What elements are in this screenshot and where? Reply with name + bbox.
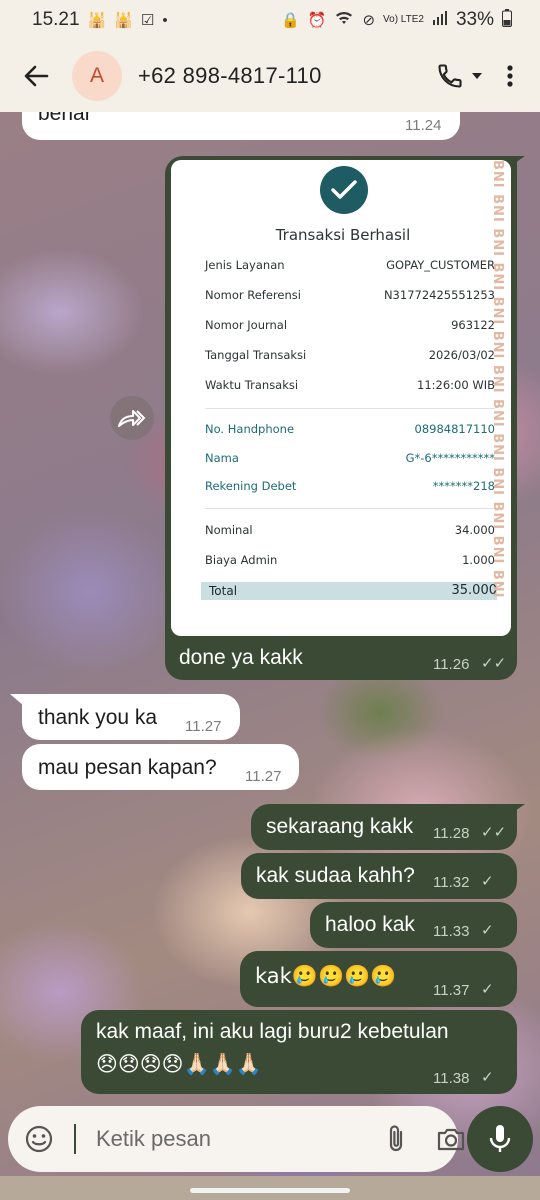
receipt-key: Waktu Transaksi — [205, 378, 299, 392]
emoji-button[interactable] — [24, 1121, 54, 1157]
more-options-button[interactable] — [498, 58, 522, 94]
receipt-title: Transaksi Berhasil — [275, 226, 411, 244]
paperclip-icon — [389, 1125, 403, 1152]
message-bubble-incoming[interactable]: thank you ka 11.27 — [22, 694, 240, 740]
read-double-check-icon: ✓✓ — [481, 824, 507, 841]
message-text: thank you ka — [38, 706, 158, 729]
receipt-value: GOPAY_CUSTOMER — [386, 258, 495, 272]
message-text: mau pesan kapan? — [38, 756, 217, 779]
chat-header-visible: A +62 898-4817-110 — [0, 40, 540, 112]
avatar[interactable]: A — [72, 51, 122, 101]
read-double-check-icon: ✓✓ — [481, 655, 507, 672]
emoji-icon — [25, 1125, 53, 1153]
message-bubble-incoming[interactable]: mau pesan kapan? 11.27 — [22, 744, 299, 790]
message-bubble-outgoing[interactable]: sekaraang kakk 11.28 ✓✓ — [251, 804, 517, 850]
header-overlay: A +62 898-4817-110 — [0, 40, 540, 112]
receipt-total-key: Total — [209, 584, 238, 598]
receipt-divider — [205, 408, 495, 409]
phone-icon — [438, 64, 462, 88]
call-button[interactable] — [436, 58, 484, 94]
status-bar: 15.21 🕌 🕌 ☑ • 🔒 ⏰ ⊘ Vo) LTE2 33% — [0, 0, 540, 40]
success-check-icon — [320, 166, 368, 214]
message-text-line-1: kak maaf, ini aku lagi buru2 kebetulan — [96, 1020, 449, 1043]
message-time: 11.32 — [433, 874, 470, 891]
sent-check-icon: ✓ — [481, 1069, 494, 1086]
dot-icon: • — [162, 11, 168, 29]
receipt-total-row: Total 35.000 — [201, 582, 497, 600]
battery-icon — [502, 9, 512, 31]
message-time: 11.33 — [433, 923, 470, 940]
receipt-divider — [205, 508, 495, 509]
message-text-line-2: 😞😞😞😞🙏🏻🙏🏻🙏🏻 — [96, 1052, 263, 1076]
camera-button[interactable] — [436, 1121, 466, 1157]
receipt-key: Jenis Layanan — [205, 258, 285, 272]
microphone-icon — [489, 1125, 511, 1152]
network-label: Vo) LTE2 — [383, 14, 424, 25]
message-text: sekaraang kakk — [266, 815, 414, 838]
bubble-tail — [505, 804, 525, 818]
status-time: 15.21 — [32, 9, 80, 30]
do-not-disturb-icon: ⊘ — [362, 12, 376, 29]
system-nav-bar — [0, 1176, 540, 1200]
message-text: kak sudaa kahh? — [256, 864, 415, 887]
message-text: haloo kak — [325, 913, 415, 936]
receipt-key: No. Handphone — [205, 422, 295, 436]
message-input[interactable] — [74, 1124, 384, 1154]
mosque-icon: 🕌 — [87, 12, 107, 29]
message-time: 11.26 — [433, 656, 470, 673]
receipt-key: Nomor Referensi — [205, 288, 301, 302]
receipt-value: 2026/03/02 — [428, 348, 495, 362]
sent-check-icon: ✓ — [481, 873, 494, 890]
attach-button[interactable] — [384, 1121, 408, 1157]
voice-message-button[interactable] — [467, 1106, 533, 1172]
sent-check-icon: ✓ — [481, 981, 494, 998]
receipt-value: 08984817110 — [414, 422, 495, 436]
message-time: 11.28 — [433, 825, 470, 842]
signal-icon — [432, 10, 448, 30]
bni-watermark: BNI BNI BNI BNI BNI BNI BNI BNI BNI BNI … — [490, 160, 505, 599]
message-composer — [8, 1106, 465, 1172]
wifi-icon — [334, 10, 354, 30]
receipt-value: *******218 — [432, 479, 495, 493]
receipt-value: G*-6*********** — [405, 451, 495, 465]
message-time: 11.37 — [433, 982, 470, 999]
receipt-key: Nominal — [205, 523, 253, 537]
receipt-key: Tanggal Transaksi — [205, 348, 307, 362]
receipt-key: Nama — [205, 451, 239, 465]
transaction-receipt-image[interactable]: Transaksi Berhasil Jenis Layanan GOPAY_CU… — [171, 160, 511, 636]
more-vertical-icon — [507, 65, 513, 87]
message-text: done ya kakk — [179, 646, 303, 669]
home-gesture-pill[interactable] — [190, 1188, 350, 1193]
receipt-value: 11:26:00 WIB — [417, 378, 495, 392]
bubble-tail — [10, 694, 24, 706]
receipt-key: Rekening Debet — [205, 479, 297, 493]
chevron-down-icon — [472, 73, 482, 79]
message-text: kak🥲🥲🥲🥲 — [255, 964, 397, 988]
receipt-key: Nomor Journal — [205, 318, 288, 332]
sent-check-icon: ✓ — [481, 922, 494, 939]
message-bubble-outgoing[interactable]: kak sudaa kahh? 11.32 ✓ — [241, 853, 517, 899]
mosque-icon-2: 🕌 — [114, 12, 133, 29]
message-time: 11.27 — [245, 768, 282, 785]
message-time: 11.38 — [433, 1070, 470, 1087]
checkbox-notification-icon: ☑ — [140, 12, 155, 29]
back-button[interactable] — [18, 58, 54, 94]
message-bubble-outgoing[interactable]: haloo kak 11.33 ✓ — [310, 902, 517, 948]
battery-percent: 33% — [455, 9, 494, 30]
receipt-value: N31772425551253 — [383, 288, 495, 302]
contact-name[interactable]: +62 898-4817-110 — [138, 63, 436, 89]
message-time: 11.27 — [185, 718, 222, 735]
message-bubble-outgoing[interactable]: kak🥲🥲🥲🥲 11.37 ✓ — [240, 951, 517, 1007]
message-bubble-outgoing[interactable]: kak maaf, ini aku lagi buru2 kebetulan 😞… — [81, 1010, 517, 1094]
lock-icon: 🔒 — [281, 12, 300, 29]
receipt-key: Biaya Admin — [205, 553, 278, 567]
forward-button[interactable] — [110, 396, 154, 440]
forward-icon — [118, 410, 146, 427]
back-arrow-icon — [24, 65, 49, 87]
alarm-icon: ⏰ — [307, 12, 327, 29]
message-time: 11.24 — [405, 117, 442, 134]
camera-icon — [437, 1128, 465, 1151]
